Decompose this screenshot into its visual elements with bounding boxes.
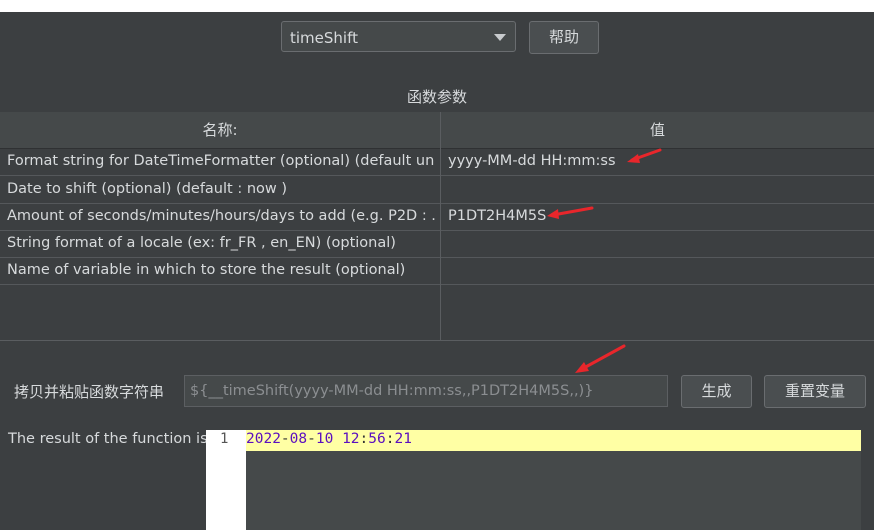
chevron-down-icon[interactable] [494,34,506,41]
param-value[interactable] [448,176,868,203]
line-number-gutter: 1 [206,430,246,530]
param-name: Name of variable in which to store the r… [7,262,406,278]
token-separator: - [307,431,316,447]
line-number: 1 [220,431,229,447]
param-value[interactable] [448,257,868,284]
table-bottom-border [0,340,874,341]
table-row[interactable]: Date to shift (optional) (default : now … [0,176,874,204]
result-text[interactable]: 2022-08-10 12:56:21 [246,431,412,447]
parameters-table: 名称: 值 Format string for DateTimeFormatte… [0,112,874,342]
table-row[interactable]: Name of variable in which to store the r… [0,257,874,285]
param-name: Format string for DateTimeFormatter (opt… [7,153,435,169]
param-value[interactable] [448,230,868,257]
param-value[interactable]: P1DT2H4M5S [448,203,868,230]
table-row[interactable]: Amount of seconds/minutes/hours/days to … [0,203,874,231]
result-label: The result of the function is [8,431,208,447]
copy-function-label: 拷贝并粘贴函数字符串 [14,383,165,401]
table-row[interactable]: Format string for DateTimeFormatter (opt… [0,148,874,176]
column-header-name[interactable]: 名称: [0,112,440,149]
token-hour: 12 [342,431,360,447]
param-name: String format of a locale (ex: fr_FR , e… [7,235,396,251]
function-string-field[interactable]: ${__timeShift(yyyy-MM-dd HH:mm:ss,,P1DT2… [184,375,668,407]
reset-variables-button[interactable]: 重置变量 [764,375,866,408]
token-second: 21 [394,431,412,447]
param-name: Amount of seconds/minutes/hours/days to … [7,208,435,224]
section-title: 函数参数 [406,88,467,106]
generate-button[interactable]: 生成 [681,375,752,408]
red-arrow-icon [547,206,594,219]
token-day: 10 [315,431,334,447]
param-name: Date to shift (optional) (default : now … [7,181,288,197]
column-divider [440,112,441,340]
highlighted-line[interactable]: 2022-08-10 12:56:21 [246,430,861,451]
red-arrow-icon [575,344,626,373]
red-arrow-icon [627,148,662,163]
token-colon: : [359,431,369,447]
column-header-value[interactable]: 值 [441,112,874,149]
token-separator: - [280,431,290,447]
help-button[interactable]: 帮助 [529,21,599,54]
table-row[interactable]: String format of a locale (ex: fr_FR , e… [0,230,874,258]
token-month: 08 [289,431,308,447]
function-select[interactable]: timeShift [281,21,516,52]
token-minute: 56 [368,431,386,447]
result-editor[interactable]: 1 2022-08-10 12:56:21 [206,430,861,530]
function-select-value: timeShift [290,29,358,47]
token-year: 2022 [246,431,281,447]
